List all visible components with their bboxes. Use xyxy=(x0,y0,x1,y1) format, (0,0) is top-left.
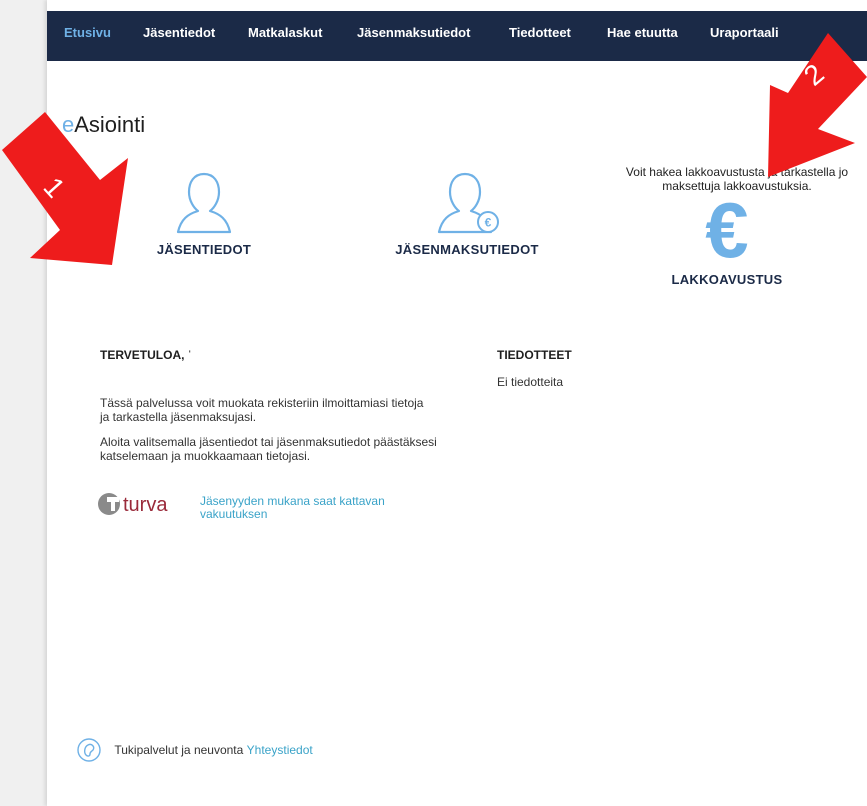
nav-item-jasentiedot[interactable]: Jäsentiedot xyxy=(143,25,215,40)
news-title: TIEDOTTEET xyxy=(497,348,572,362)
contact-link[interactable]: Yhteystiedot xyxy=(247,743,313,757)
welcome-text-1: Tässä palvelussa voit muokata rekisterii… xyxy=(100,396,424,424)
euro-icon: € xyxy=(705,186,749,274)
ear-icon xyxy=(77,738,101,762)
annotation-arrow-2: 2 xyxy=(768,33,867,177)
member-fees-label: JÄSENMAKSUTIEDOT xyxy=(395,242,539,257)
nav-item-tiedotteet[interactable]: Tiedotteet xyxy=(509,25,571,40)
user-icon xyxy=(176,172,232,234)
turva-logo-text: turva xyxy=(123,494,168,516)
nav-item-jasenmaksutiedot[interactable]: Jäsenmaksutiedot xyxy=(357,25,470,40)
turva-logo[interactable]: turva xyxy=(97,490,189,518)
nav-item-etusivu[interactable]: Etusivu xyxy=(64,25,111,40)
member-fees-tile[interactable]: € JÄSENMAKSUTIEDOT xyxy=(377,170,557,257)
turva-logo-icon: turva xyxy=(98,493,168,516)
welcome-text-2: Aloita valitsemalla jäsentiedot tai jäse… xyxy=(100,435,437,463)
nav-item-matkalaskut[interactable]: Matkalaskut xyxy=(248,25,322,40)
member-info-tile[interactable]: JÄSENTIEDOT xyxy=(139,170,269,257)
support-footer: Tukipalvelut ja neuvonta Yhteystiedot xyxy=(77,738,313,764)
support-text: Tukipalvelut ja neuvonta xyxy=(114,743,244,757)
user-euro-icon: € xyxy=(437,172,499,234)
euro-badge-icon: € xyxy=(485,216,492,230)
annotation-arrow-1: 1 xyxy=(2,112,128,265)
strike-aid-tile[interactable]: € LAKKOAVUSTUS xyxy=(647,186,807,287)
member-info-label: JÄSENTIEDOT xyxy=(156,242,252,257)
news-empty-text: Ei tiedotteita xyxy=(497,375,564,389)
nav-item-hae-etuutta[interactable]: Hae etuutta xyxy=(607,25,678,40)
turva-insurance-link[interactable]: Jäsenyyden mukana saat kattavan vakuutuk… xyxy=(200,495,420,521)
strike-aid-label: LAKKOAVUSTUS xyxy=(671,272,783,287)
welcome-title: TERVETULOA, ˈ xyxy=(100,348,192,362)
